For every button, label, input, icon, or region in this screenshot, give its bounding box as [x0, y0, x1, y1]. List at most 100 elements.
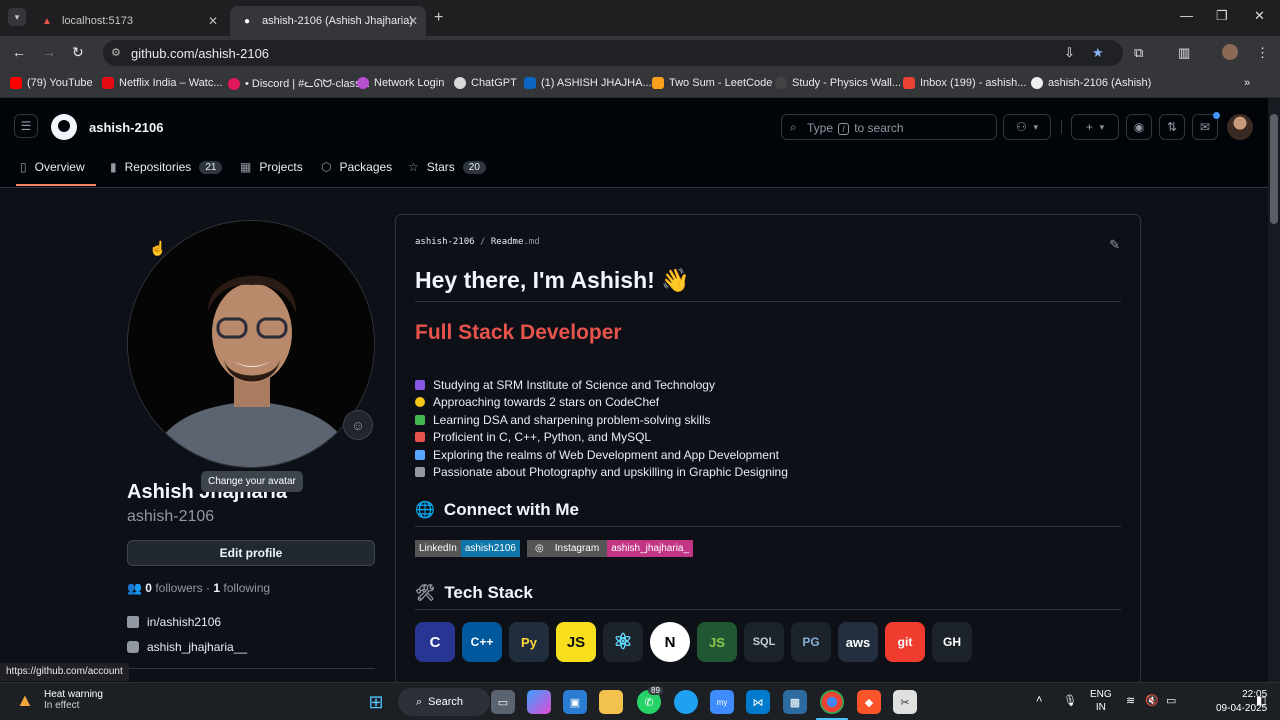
show-hidden-icons-chevron-icon[interactable]: ˄	[1036, 694, 1042, 706]
windows-start-icon[interactable]: ⊞	[364, 690, 388, 714]
chrome-icon[interactable]	[820, 690, 844, 714]
copilot-button[interactable]: ⚇ ▾	[1003, 114, 1051, 140]
weather-subtitle: In effect	[44, 700, 80, 711]
hamburger-menu-icon[interactable]: ☰	[14, 114, 38, 138]
bookmark-label: (1) ASHISH JHAJHA...	[541, 77, 652, 89]
header-username[interactable]: ashish-2106	[89, 120, 163, 135]
user-avatar[interactable]	[1227, 114, 1253, 140]
microphone-icon[interactable]: 🎙	[1063, 694, 1077, 707]
globe-icon: 🌐	[415, 502, 435, 519]
tab-search-button[interactable]: ▾	[8, 8, 26, 26]
tab-title: localhost:5173	[62, 15, 133, 27]
profile-avatar[interactable]	[127, 220, 375, 468]
file-explorer-icon[interactable]	[599, 690, 623, 714]
reload-icon[interactable]: ↻	[72, 44, 84, 61]
page-scrollbar[interactable]	[1268, 98, 1280, 682]
tab-stars[interactable]: ☆ Stars 20	[408, 160, 486, 174]
address-bar[interactable]: ⚙ github.com/ashish-2106	[103, 40, 1123, 66]
create-new-button[interactable]: + ▾	[1071, 114, 1119, 140]
taskbar-search-button[interactable]: ⌕ Search	[398, 688, 490, 716]
bookmark-network-login[interactable]: Network Login	[357, 77, 444, 89]
tab-packages[interactable]: ⬡ Packages	[321, 160, 392, 174]
followers-link[interactable]: 0 followers	[145, 581, 202, 595]
notification-dot	[1213, 112, 1220, 119]
bookmark-physics-wallah[interactable]: Study - Physics Wall...	[775, 77, 901, 89]
bookmark-star-icon[interactable]: ★	[1092, 45, 1104, 61]
site-info-icon[interactable]: ⚙	[111, 46, 121, 59]
heading-divider	[415, 301, 1121, 302]
javascript-icon: JS	[556, 622, 596, 662]
browser-tab-github[interactable]: ● ashish-2106 (Ashish Jhajharia) ✕	[230, 6, 426, 36]
new-tab-button[interactable]: +	[434, 9, 443, 27]
bookmark-leetcode[interactable]: Two Sum - LeetCode	[652, 77, 772, 89]
pull-requests-icon[interactable]: ⇅	[1159, 114, 1185, 140]
bookmark-gmail[interactable]: Inbox (199) - ashish...	[903, 77, 1026, 89]
instagram-label: ashish_jhajharia__	[147, 640, 248, 654]
tab-repositories[interactable]: ▮ Repositories 21	[110, 160, 223, 174]
tab-title: ashish-2106 (Ashish Jhajharia)	[262, 15, 414, 27]
edge-icon[interactable]	[674, 690, 698, 714]
browser-tab-localhost[interactable]: ▲ localhost:5173 ✕	[30, 6, 226, 36]
snipping-tool-icon[interactable]: ✂	[893, 690, 917, 714]
close-tab-icon[interactable]: ✕	[208, 14, 218, 28]
react-icon: ⚛	[603, 622, 643, 662]
brave-icon[interactable]: ◆	[857, 690, 881, 714]
package-icon: ⬡	[321, 160, 332, 174]
more-bookmarks-icon[interactable]: »	[1244, 77, 1250, 89]
language-indicator[interactable]: ENG IN	[1090, 688, 1112, 714]
microsoft-store-icon[interactable]: ▣	[563, 690, 587, 714]
edit-readme-pencil-icon[interactable]: ✎	[1109, 237, 1120, 253]
linkedin-icon	[127, 616, 139, 628]
set-status-smiley-icon[interactable]: ☺	[343, 410, 373, 440]
profile-avatar-icon[interactable]	[1222, 44, 1238, 60]
tools-icon: 🛠	[415, 585, 436, 602]
side-panel-icon[interactable]: ▥	[1178, 45, 1190, 61]
install-app-icon[interactable]: ⇩	[1064, 45, 1075, 61]
wifi-icon[interactable]: ≋	[1126, 694, 1135, 707]
close-window-icon[interactable]: ✕	[1254, 8, 1265, 24]
notification-center-icon[interactable]: ◧	[1256, 694, 1266, 707]
tab-overview[interactable]: ▯ Overview	[20, 160, 85, 174]
kebab-menu-icon[interactable]: ⋮	[1256, 45, 1269, 61]
localhost-favicon-icon: ▲	[42, 15, 52, 27]
forward-arrow-icon[interactable]: →	[42, 44, 56, 60]
scrollbar-thumb[interactable]	[1270, 114, 1278, 224]
app-icon[interactable]: ▩	[783, 690, 807, 714]
instagram-link[interactable]: ashish_jhajharia__	[127, 640, 247, 654]
readme-path-user[interactable]: ashish-2106	[415, 237, 475, 247]
bookmark-chatgpt[interactable]: ChatGPT	[454, 77, 517, 89]
linkedin-badge[interactable]: LinkedIn ashish2106	[415, 540, 520, 557]
bookmark-linkedin[interactable]: (1) ASHISH JHAJHA...	[524, 77, 652, 89]
mysql-workbench-icon[interactable]: my	[710, 690, 734, 714]
maximize-icon[interactable]: ❐	[1216, 8, 1228, 24]
laptop-icon	[415, 449, 425, 460]
following-link[interactable]: 1 following	[213, 581, 270, 595]
minimize-icon[interactable]: —	[1180, 8, 1193, 23]
battery-icon[interactable]: ▭	[1166, 694, 1176, 707]
bookmark-discord[interactable]: • Discord | #ᓚᘏᗢ-class...	[228, 77, 370, 91]
close-tab-icon[interactable]: ✕	[408, 14, 418, 28]
extensions-icon[interactable]: ⧉	[1134, 45, 1143, 61]
copilot-app-icon[interactable]	[527, 690, 551, 714]
search-input[interactable]: ⌕ Type / to search	[781, 114, 997, 140]
issues-icon[interactable]: ◉	[1126, 114, 1152, 140]
weather-widget[interactable]: ▲ Heat warning In effect	[16, 689, 103, 711]
volume-muted-icon[interactable]: 🔇	[1145, 694, 1159, 707]
bookmark-netflix[interactable]: Netflix India – Watc...	[102, 77, 223, 89]
back-arrow-icon[interactable]: ←	[12, 44, 26, 60]
bookmark-github[interactable]: ashish-2106 (Ashish)	[1031, 77, 1151, 89]
book-icon: ▯	[20, 160, 27, 174]
tab-projects[interactable]: ▦ Projects	[240, 160, 303, 174]
rocket-icon	[415, 432, 425, 443]
bookmark-youtube[interactable]: (79) YouTube	[10, 77, 93, 89]
task-view-icon[interactable]: ▭	[491, 690, 515, 714]
instagram-badge[interactable]: ◎ Instagram ashish_jhajharia_	[527, 540, 694, 557]
whatsapp-badge: 89	[648, 686, 663, 695]
avatar-tooltip: Change your avatar	[201, 471, 303, 492]
youtube-icon	[10, 77, 22, 89]
github-logo-icon[interactable]	[51, 114, 77, 140]
vscode-icon[interactable]: ⋈	[746, 690, 770, 714]
readme-path-file[interactable]: Readme	[491, 237, 524, 247]
edit-profile-button[interactable]: Edit profile	[127, 540, 375, 566]
linkedin-link[interactable]: in/ashish2106	[127, 615, 221, 629]
